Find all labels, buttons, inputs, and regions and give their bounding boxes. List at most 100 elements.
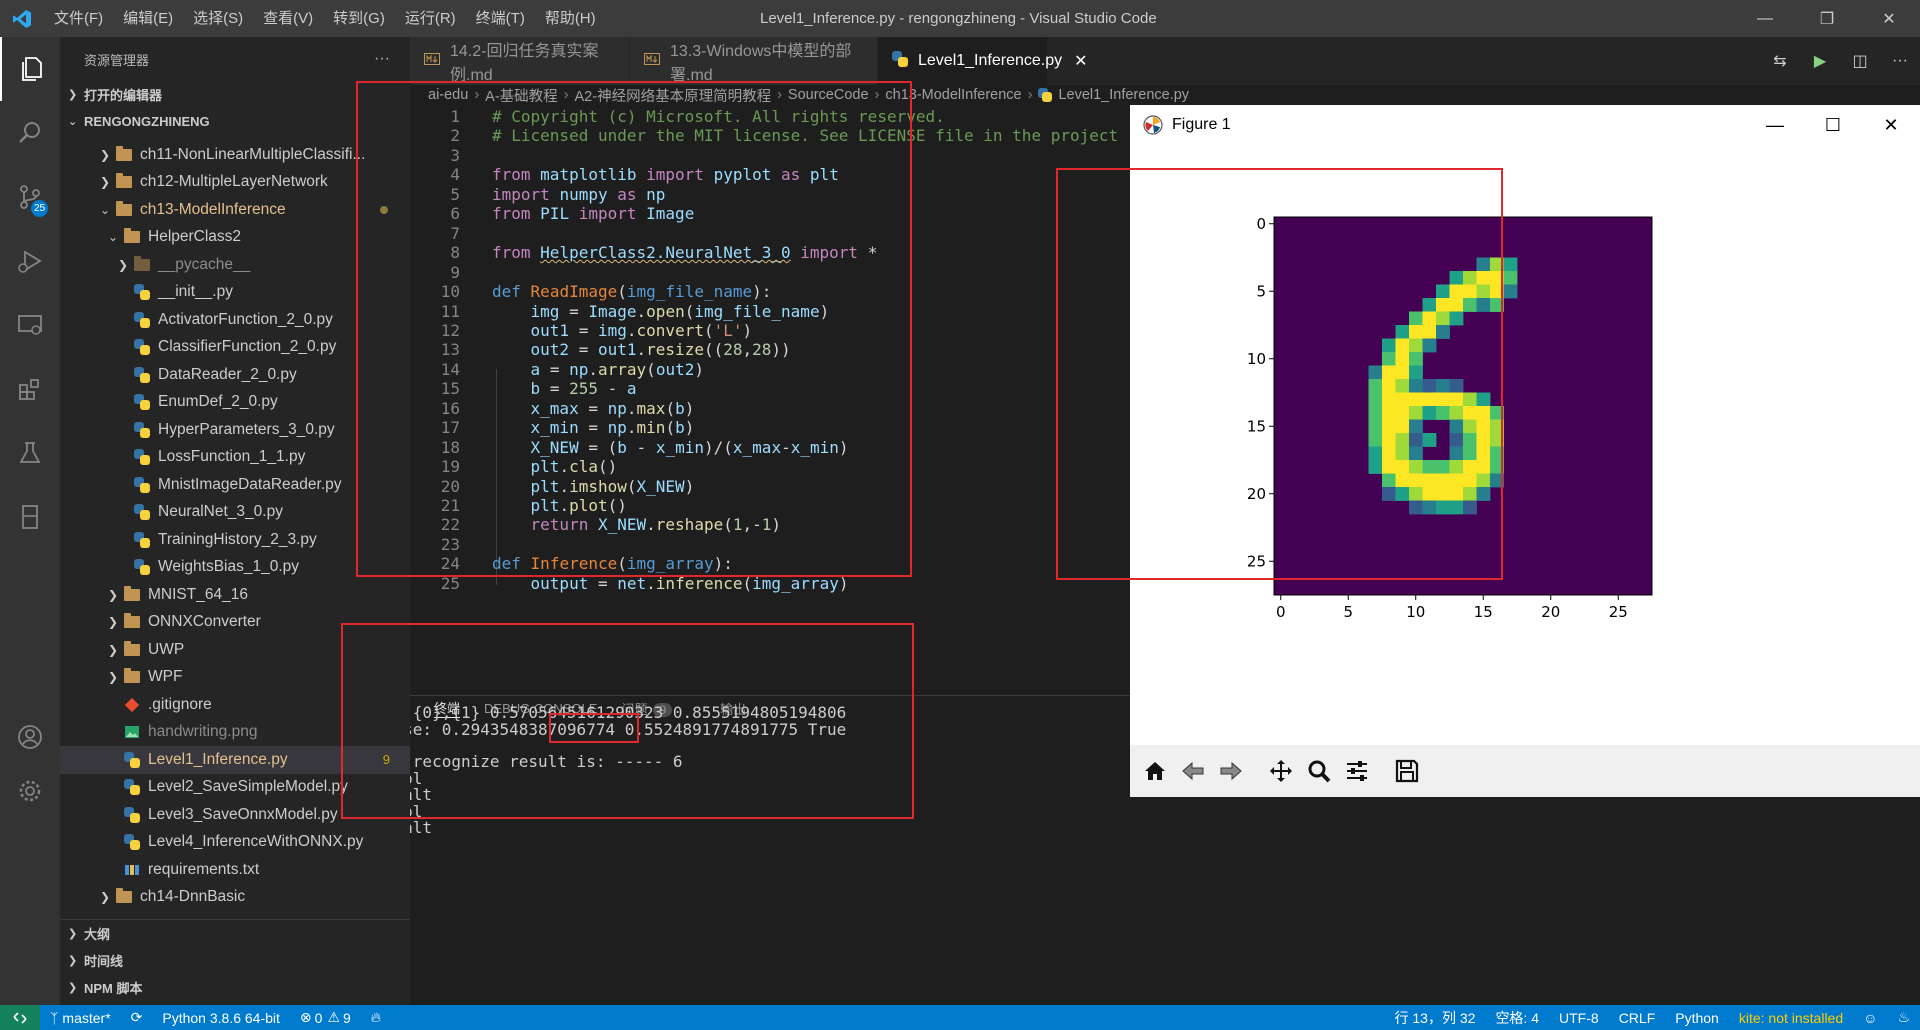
python-file-icon: [132, 449, 152, 466]
tree-item-label: WPF: [148, 668, 183, 686]
configure-subplots-icon[interactable]: [1338, 752, 1376, 790]
forward-arrow-icon[interactable]: [1212, 752, 1250, 790]
language-mode[interactable]: Python: [1665, 1010, 1729, 1026]
file-item[interactable]: requirements.txt: [60, 856, 410, 884]
explorer-icon[interactable]: [0, 37, 60, 101]
chevron-right-icon: ›: [1027, 87, 1033, 103]
menu-item[interactable]: 编辑(E): [113, 0, 183, 37]
folder-icon: [122, 585, 142, 603]
menu-item[interactable]: 选择(S): [183, 0, 253, 37]
more-actions-icon[interactable]: ···: [374, 50, 390, 68]
zoom-magnifier-icon[interactable]: [1300, 752, 1338, 790]
tree-item-label: Level2_SaveSimpleModel.py: [148, 778, 348, 796]
folder-icon: [132, 255, 152, 273]
close-icon[interactable]: ✕: [1074, 51, 1087, 71]
menu-item[interactable]: 运行(R): [395, 0, 466, 37]
python-file-icon: [132, 476, 152, 493]
menu-item[interactable]: 终端(T): [466, 0, 535, 37]
x-tick-label: 10: [1406, 603, 1425, 621]
python-file-icon: [132, 366, 152, 383]
menu-bar: 文件(F) 编辑(E) 选择(S) 查看(V) 转到(G) 运行(R) 终端(T) 帮助(H): [44, 0, 606, 37]
status-bar: ᛉ master* ⟳ Python 3.8.6 64-bit ⊗ 0 ⚠ 9 …: [0, 1005, 1920, 1030]
extensions-icon[interactable]: [0, 357, 60, 421]
tree-item-label: .gitignore: [148, 695, 212, 713]
notifications-bell-icon[interactable]: ♨: [1887, 1009, 1920, 1026]
npm-scripts-section[interactable]: ❯ NPM 脚本: [60, 974, 410, 1001]
folder-item[interactable]: ❯ MNIST_64_16: [60, 581, 410, 609]
chevron-down-icon: ⌄: [107, 230, 119, 245]
end-of-line[interactable]: CRLF: [1609, 1010, 1666, 1026]
image-pixel: [1503, 271, 1518, 285]
close-icon[interactable]: ✕: [1858, 0, 1920, 37]
tree-item-label: handwriting.png: [148, 723, 258, 741]
encoding[interactable]: UTF-8: [1549, 1010, 1609, 1026]
indentation[interactable]: 空格: 4: [1485, 1008, 1549, 1028]
python-file-icon: [122, 779, 142, 796]
run-python-file-icon[interactable]: ▶: [1800, 51, 1840, 71]
back-arrow-icon[interactable]: [1174, 752, 1212, 790]
more-actions-icon[interactable]: ···: [1880, 52, 1920, 70]
file-item[interactable]: Level4_InferenceWithONNX.py: [60, 829, 410, 857]
minimize-icon[interactable]: —: [1746, 105, 1804, 145]
python-file-icon: [132, 311, 152, 328]
kite-status[interactable]: kite: not installed: [1729, 1010, 1853, 1026]
compare-changes-icon[interactable]: ⇆: [1760, 51, 1800, 71]
close-icon[interactable]: ✕: [1862, 105, 1920, 145]
home-icon[interactable]: [1136, 752, 1174, 790]
folder-item[interactable]: ❯ ch14-DnnBasic: [60, 884, 410, 912]
remote-explorer-icon[interactable]: [0, 293, 60, 357]
tree-item-label: Level3_SaveOnnxModel.py: [148, 805, 338, 823]
result-highlight-box: [549, 713, 639, 743]
outline-section[interactable]: ❯ 大纲: [60, 920, 410, 947]
menu-item[interactable]: 查看(V): [253, 0, 323, 37]
python-file-icon: [132, 339, 152, 356]
editor-highlight-box: [356, 81, 912, 577]
menu-item[interactable]: 文件(F): [44, 0, 113, 37]
python-interpreter[interactable]: Python 3.8.6 64-bit: [152, 1010, 290, 1026]
settings-gear-icon[interactable]: [0, 759, 60, 823]
window-title: Level1_Inference.py - rengongzhineng - V…: [760, 10, 1157, 27]
chevron-right-icon: ❯: [117, 257, 129, 272]
git-file-icon: [122, 697, 142, 713]
minimize-icon[interactable]: —: [1734, 0, 1796, 37]
chevron-right-icon: ❯: [107, 615, 119, 630]
x-tick-label: 5: [1343, 603, 1353, 621]
editor-tab[interactable]: Level1_Inference.py ✕: [878, 37, 1088, 85]
scm-badge: 25: [31, 200, 48, 217]
warning-icon: ⚠: [327, 1009, 340, 1025]
search-icon[interactable]: [0, 101, 60, 165]
testing-flask-icon[interactable]: [0, 421, 60, 485]
feedback-icon[interactable]: ☺: [1853, 1010, 1887, 1026]
git-branch[interactable]: ᛉ master*: [40, 1010, 121, 1026]
notebook-icon[interactable]: [0, 485, 60, 549]
activity-bar: 25: [0, 37, 60, 1005]
sync-icon[interactable]: ⟳: [121, 1009, 153, 1026]
split-editor-icon[interactable]: ◫: [1840, 51, 1880, 71]
pan-move-icon[interactable]: [1262, 752, 1300, 790]
editor-tab[interactable]: 14.2-回归任务真实案例.md: [410, 37, 630, 85]
run-debug-icon[interactable]: [0, 229, 60, 293]
editor-tab[interactable]: 13.3-Windows中模型的部署.md: [630, 37, 878, 85]
editor-tabs: 14.2-回归任务真实案例.md 13.3-Windows中模型的部署.md Lev…: [410, 37, 1920, 85]
folder-icon: [114, 173, 134, 190]
save-figure-icon[interactable]: [1388, 752, 1426, 790]
menu-item[interactable]: 帮助(H): [535, 0, 606, 37]
problems-summary[interactable]: ⊗ 0 ⚠ 9: [290, 1009, 361, 1026]
error-icon: ⊗: [299, 1009, 312, 1025]
tree-item-label: __init__.py: [158, 283, 233, 301]
remote-indicator-icon[interactable]: [0, 1005, 40, 1030]
python-file-icon: [132, 284, 152, 301]
restore-icon[interactable]: ❐: [1796, 0, 1858, 37]
breadcrumb-item[interactable]: Level1_Inference.py: [1058, 87, 1189, 103]
cursor-position[interactable]: 行 13，列 32: [1385, 1008, 1486, 1028]
chevron-right-icon: ❯: [68, 955, 78, 967]
python-file-icon: [122, 834, 142, 851]
source-control-icon[interactable]: 25: [0, 165, 60, 229]
flame-icon[interactable]: 🔥︎: [361, 1009, 391, 1026]
markdown-file-icon: [644, 52, 660, 70]
tree-item-label: requirements.txt: [148, 860, 260, 878]
maximize-icon[interactable]: ☐: [1804, 105, 1862, 145]
python-file-icon: [122, 751, 142, 768]
timeline-section[interactable]: ❯ 时间线: [60, 947, 410, 974]
menu-item[interactable]: 转到(G): [323, 0, 395, 37]
